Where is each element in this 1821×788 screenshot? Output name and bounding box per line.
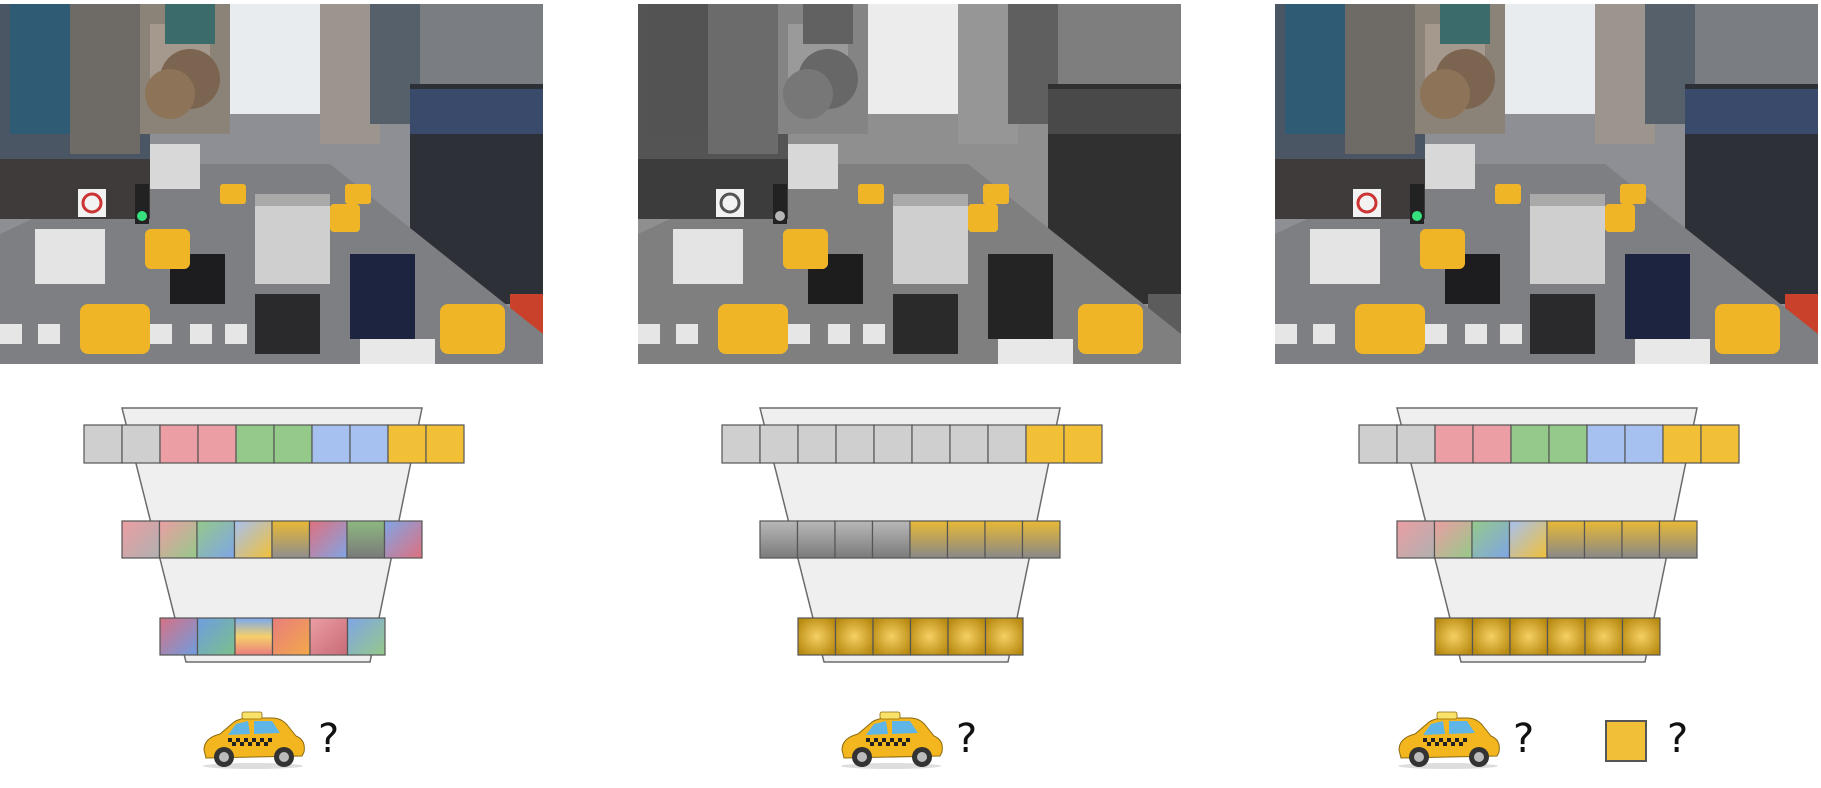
taxi-highlight-overlay <box>718 184 1143 354</box>
feature-funnel <box>1358 407 1740 663</box>
token-row-1 <box>83 424 465 464</box>
token-row-3 <box>159 617 386 656</box>
feature-funnel <box>721 407 1103 663</box>
panel-right: ? ? <box>1275 0 1821 788</box>
token-row-1 <box>721 424 1103 464</box>
query-mark: ? <box>956 716 978 762</box>
token-row-3 <box>1434 617 1661 656</box>
taxi-icon <box>198 710 308 770</box>
query-mark-taxi: ? <box>1513 716 1535 762</box>
token-row-2 <box>759 520 1061 559</box>
feature-funnel <box>83 407 465 663</box>
token-row-2 <box>121 520 423 559</box>
street-photo-color <box>1275 4 1818 364</box>
query-mark: ? <box>318 716 340 762</box>
panel-left: ? <box>0 0 560 788</box>
taxi-icon <box>836 710 946 770</box>
taxi-icon <box>1393 710 1503 770</box>
query-mark-square: ? <box>1667 716 1689 762</box>
token-row-1 <box>1358 424 1740 464</box>
street-photo-color <box>0 4 543 364</box>
token-row-2 <box>1396 520 1698 559</box>
yellow-square-icon <box>1605 720 1647 762</box>
token-row-3 <box>797 617 1024 656</box>
panel-middle: ? <box>638 0 1198 788</box>
